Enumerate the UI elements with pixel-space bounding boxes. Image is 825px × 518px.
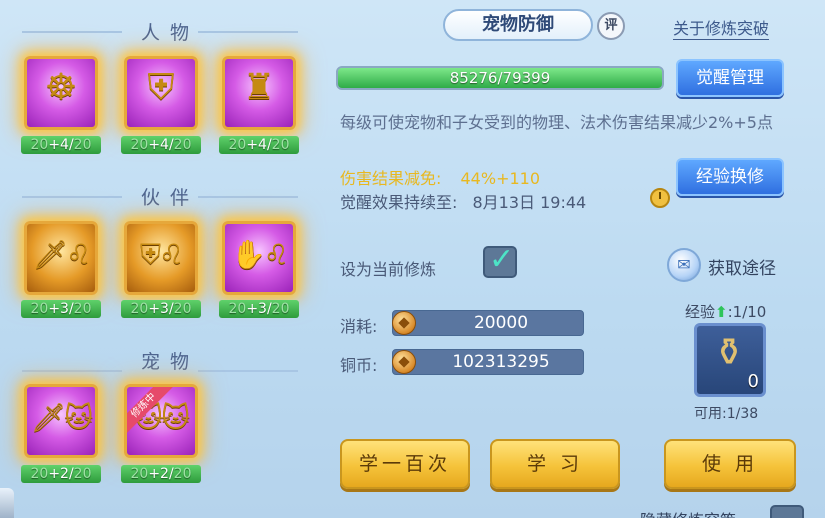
vase-icon: ⚱: [713, 330, 745, 374]
arrow-up-icon: ⬆: [715, 303, 728, 321]
section-title-pet: 宠物: [140, 351, 199, 373]
category-panel: 人物 ☸ 20+4/20 ⛨ 20+4/20 ♜ 20+4/20 伙伴 🗡♌ 2…: [0, 0, 320, 518]
copper-label: 铜币:: [340, 356, 378, 375]
shield-warrior-icon: ⛨: [147, 67, 175, 108]
card-level-partner-2: 20+3/20: [121, 300, 201, 318]
meditating-figure-icon: ☸: [44, 67, 78, 108]
copper-value: 102313295: [452, 352, 550, 372]
armored-warrior-icon: ♜: [242, 67, 276, 108]
section-title-partner: 伙伴: [140, 187, 199, 209]
card-character-3[interactable]: ♜: [222, 56, 296, 130]
card-level-partner-3: 20+3/20: [219, 300, 299, 318]
reduction-value: 44%+110: [460, 169, 541, 188]
review-badge[interactable]: 评: [597, 12, 625, 40]
gain-path-link[interactable]: 获取途径: [708, 254, 776, 279]
card-level-character-2: 20+4/20: [121, 136, 201, 154]
card-partner-2[interactable]: ⛨♌: [124, 221, 198, 295]
sword-lion-icon: 🗡♌: [32, 238, 92, 271]
check-icon: ✓: [489, 242, 515, 277]
item-quantity: 0: [747, 371, 759, 392]
section-divider: [22, 370, 122, 372]
item-exp-count: 经验⬆:1/10: [685, 303, 767, 321]
card-level-character-1: 20+4/20: [21, 136, 101, 154]
awaken-label: 觉醒效果持续至:: [340, 193, 458, 212]
awaken-manage-button[interactable]: 觉醒管理: [676, 59, 784, 97]
about-breakthrough-link[interactable]: 关于修炼突破: [673, 15, 770, 40]
exp-item-slot[interactable]: ⚱ 0: [694, 323, 766, 397]
clock-icon: [650, 188, 670, 208]
card-level-partner-1: 20+3/20: [21, 300, 101, 318]
hide-strategy-label: 隐藏修炼突策: [640, 507, 736, 518]
card-level-character-3: 20+4/20: [219, 136, 299, 154]
cost-value: 20000: [473, 313, 529, 333]
exp-progress-text: 85276/79399: [449, 69, 551, 87]
coin-icon: [392, 311, 416, 335]
card-character-1[interactable]: ☸: [24, 56, 98, 130]
card-level-pet-1: 20+2/20: [21, 465, 101, 483]
learn-100-button[interactable]: 学一百次: [340, 439, 470, 489]
skill-description: 每级可使宠物和子女受到的物理、法术伤害结果减少2%+5点: [340, 113, 773, 132]
shield-lion-icon: ⛨♌: [139, 238, 184, 271]
reduction-row: 伤害结果减免: 44%+110: [340, 165, 540, 189]
hide-strategy-checkbox[interactable]: [770, 505, 804, 518]
card-pet-2-selected[interactable]: 🐱🐱 修炼中: [124, 384, 198, 458]
current-training-label: 设为当前修炼: [340, 260, 437, 279]
learn-button[interactable]: 学 习: [490, 439, 620, 489]
section-divider: [22, 31, 122, 33]
card-character-2[interactable]: ⛨: [124, 56, 198, 130]
panel-handle[interactable]: [0, 488, 14, 518]
card-level-pet-2: 20+2/20: [121, 465, 201, 483]
use-button[interactable]: 使 用: [664, 439, 796, 489]
skill-title: 宠物防御: [443, 9, 593, 41]
awaken-row: 觉醒效果持续至: 8月13日 19:44: [340, 189, 586, 213]
coin-icon: [392, 350, 416, 374]
exp-exchange-button[interactable]: 经验换修: [676, 158, 784, 196]
card-partner-1[interactable]: 🗡♌: [24, 221, 98, 295]
current-training-checkbox[interactable]: ✓: [483, 242, 517, 278]
awaken-value: 8月13日 19:44: [472, 193, 587, 212]
card-pet-1[interactable]: 🗡🐱: [24, 384, 98, 458]
card-partner-3[interactable]: ✋♌: [222, 221, 296, 295]
armor-lion-icon: ✋♌: [231, 238, 289, 271]
cost-label: 消耗:: [340, 317, 378, 336]
section-title-character: 人物: [140, 22, 199, 44]
exp-progress-bar: 85276/79399: [336, 66, 664, 90]
item-available: 可用:1/38: [694, 406, 759, 422]
sword-cat-icon: 🗡🐱: [30, 401, 94, 434]
book-icon[interactable]: ✉: [667, 248, 701, 282]
reduction-label: 伤害结果减免:: [340, 169, 442, 188]
section-divider: [22, 196, 122, 198]
